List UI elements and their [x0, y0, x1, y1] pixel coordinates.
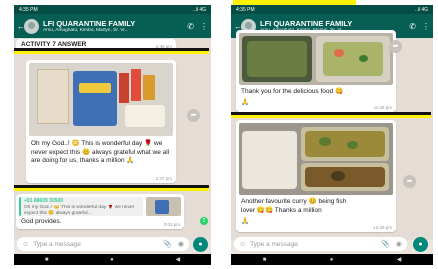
screenshot-collage: 4:35 PM ..il 4G ← LFI QUARANTINE FAMILY … [0, 0, 438, 269]
quoted-message[interactable]: +91 88609 30500 Oh my God..! 😳 This is w… [19, 197, 143, 216]
add-call-icon[interactable]: ✆ [187, 22, 194, 31]
message-text: Another favourite curry 😊 being fish lov… [241, 198, 347, 214]
back-icon[interactable]: ◀ [176, 256, 181, 263]
add-call-icon[interactable]: ✆ [409, 22, 416, 31]
quoted-sender: +91 88609 30500 [24, 198, 64, 204]
right-phone-screen: 4:35 PM ..il 4G ← LFI QUARANTINE FAMILY … [231, 5, 433, 265]
status-bar: 4:35 PM ..il 4G [14, 5, 211, 14]
status-time: 4:35 PM [19, 6, 38, 13]
curry-photo[interactable] [239, 123, 393, 195]
status-bar: 4:35 PM ..il 4G [231, 5, 433, 14]
message-time: 12:39 pm [373, 225, 392, 230]
emoji-icon[interactable]: ☺ [239, 241, 246, 248]
back-arrow-icon[interactable]: ← [17, 22, 25, 31]
status-signal: ..il 4G [192, 6, 206, 13]
message-input[interactable]: ☺ Type a message 📎 ◉ [17, 237, 189, 251]
mic-icon[interactable]: ● [413, 237, 428, 252]
system-navbar: ■ ● ◀ [231, 254, 433, 265]
forward-icon[interactable]: ➦ [403, 175, 416, 188]
recents-icon[interactable]: ■ [263, 257, 267, 263]
image-message[interactable]: Another favourite curry 😊 being fish lov… [236, 120, 396, 232]
more-icon[interactable]: ⋮ [422, 22, 430, 31]
reply-message[interactable]: +91 88609 30500 Oh my God..! 😳 This is w… [16, 194, 184, 229]
group-name: LFI QUARANTINE FAMILY [260, 19, 353, 28]
system-navbar: ■ ● ◀ [14, 254, 211, 265]
forward-icon[interactable]: ➦ [389, 40, 402, 53]
chat-header[interactable]: ← LFI QUARANTINE FAMILY Amu, Amughato, K… [14, 14, 211, 38]
food-photo[interactable] [239, 33, 393, 85]
recents-icon[interactable]: ■ [45, 257, 49, 263]
message-text: God provides. [21, 218, 62, 225]
mic-icon[interactable]: ● [193, 237, 208, 252]
left-phone-screen: 4:35 PM ..il 4G ← LFI QUARANTINE FAMILY … [14, 5, 211, 265]
attach-icon[interactable]: 📎 [381, 240, 390, 248]
highlight-line [231, 115, 431, 118]
group-members: Amu, Amughato, Kimbo, Marlyn, Sr. Vi... [43, 28, 129, 33]
message-text: Thank you for the delicious food 😋 [241, 88, 344, 95]
message-emoji: 🙏 [241, 218, 250, 225]
back-icon[interactable]: ◀ [397, 256, 402, 263]
more-icon[interactable]: ⋮ [200, 22, 208, 31]
message-time: 11:38 pm [373, 105, 392, 110]
quoted-thumbnail [146, 197, 181, 216]
unread-badge[interactable]: 2 [200, 217, 208, 225]
camera-icon[interactable]: ◉ [178, 240, 184, 248]
message-time: 2:47 pm [155, 176, 172, 181]
status-time: 4:35 PM [236, 6, 255, 13]
highlight-line [14, 51, 209, 54]
message-text: Oh my God..! 😳 This is wonderful day 🌹 w… [31, 140, 170, 164]
message-input[interactable]: ☺ Type a message 📎 ◉ [234, 237, 407, 251]
image-message[interactable]: Oh my God..! 😳 This is wonderful day 🌹 w… [26, 60, 176, 183]
image-message[interactable]: Thank you for the delicious food 😋 🙏 11:… [236, 30, 396, 112]
forward-icon[interactable]: ➦ [187, 109, 200, 122]
emoji-icon[interactable]: ☺ [22, 241, 29, 248]
message-time: 3:03 pm [163, 222, 180, 227]
group-avatar[interactable] [24, 18, 39, 34]
camera-icon[interactable]: ◉ [396, 240, 402, 248]
gift-photo[interactable] [29, 63, 173, 136]
message-emoji: 🙏 [241, 99, 250, 106]
group-name: LFI QUARANTINE FAMILY [43, 19, 136, 28]
input-placeholder: Type a message [33, 240, 81, 248]
highlight-line [14, 188, 209, 191]
home-icon[interactable]: ● [110, 257, 114, 263]
home-icon[interactable]: ● [330, 257, 334, 263]
status-signal: ..il 4G [414, 6, 428, 13]
input-placeholder: Type a message [250, 240, 298, 248]
quoted-text: Oh my God..! 😳 This is wonderful day 🌹 w… [24, 205, 135, 216]
group-info[interactable]: LFI QUARANTINE FAMILY Amu, Amughato, Kim… [43, 19, 181, 33]
attach-icon[interactable]: 📎 [163, 240, 172, 248]
